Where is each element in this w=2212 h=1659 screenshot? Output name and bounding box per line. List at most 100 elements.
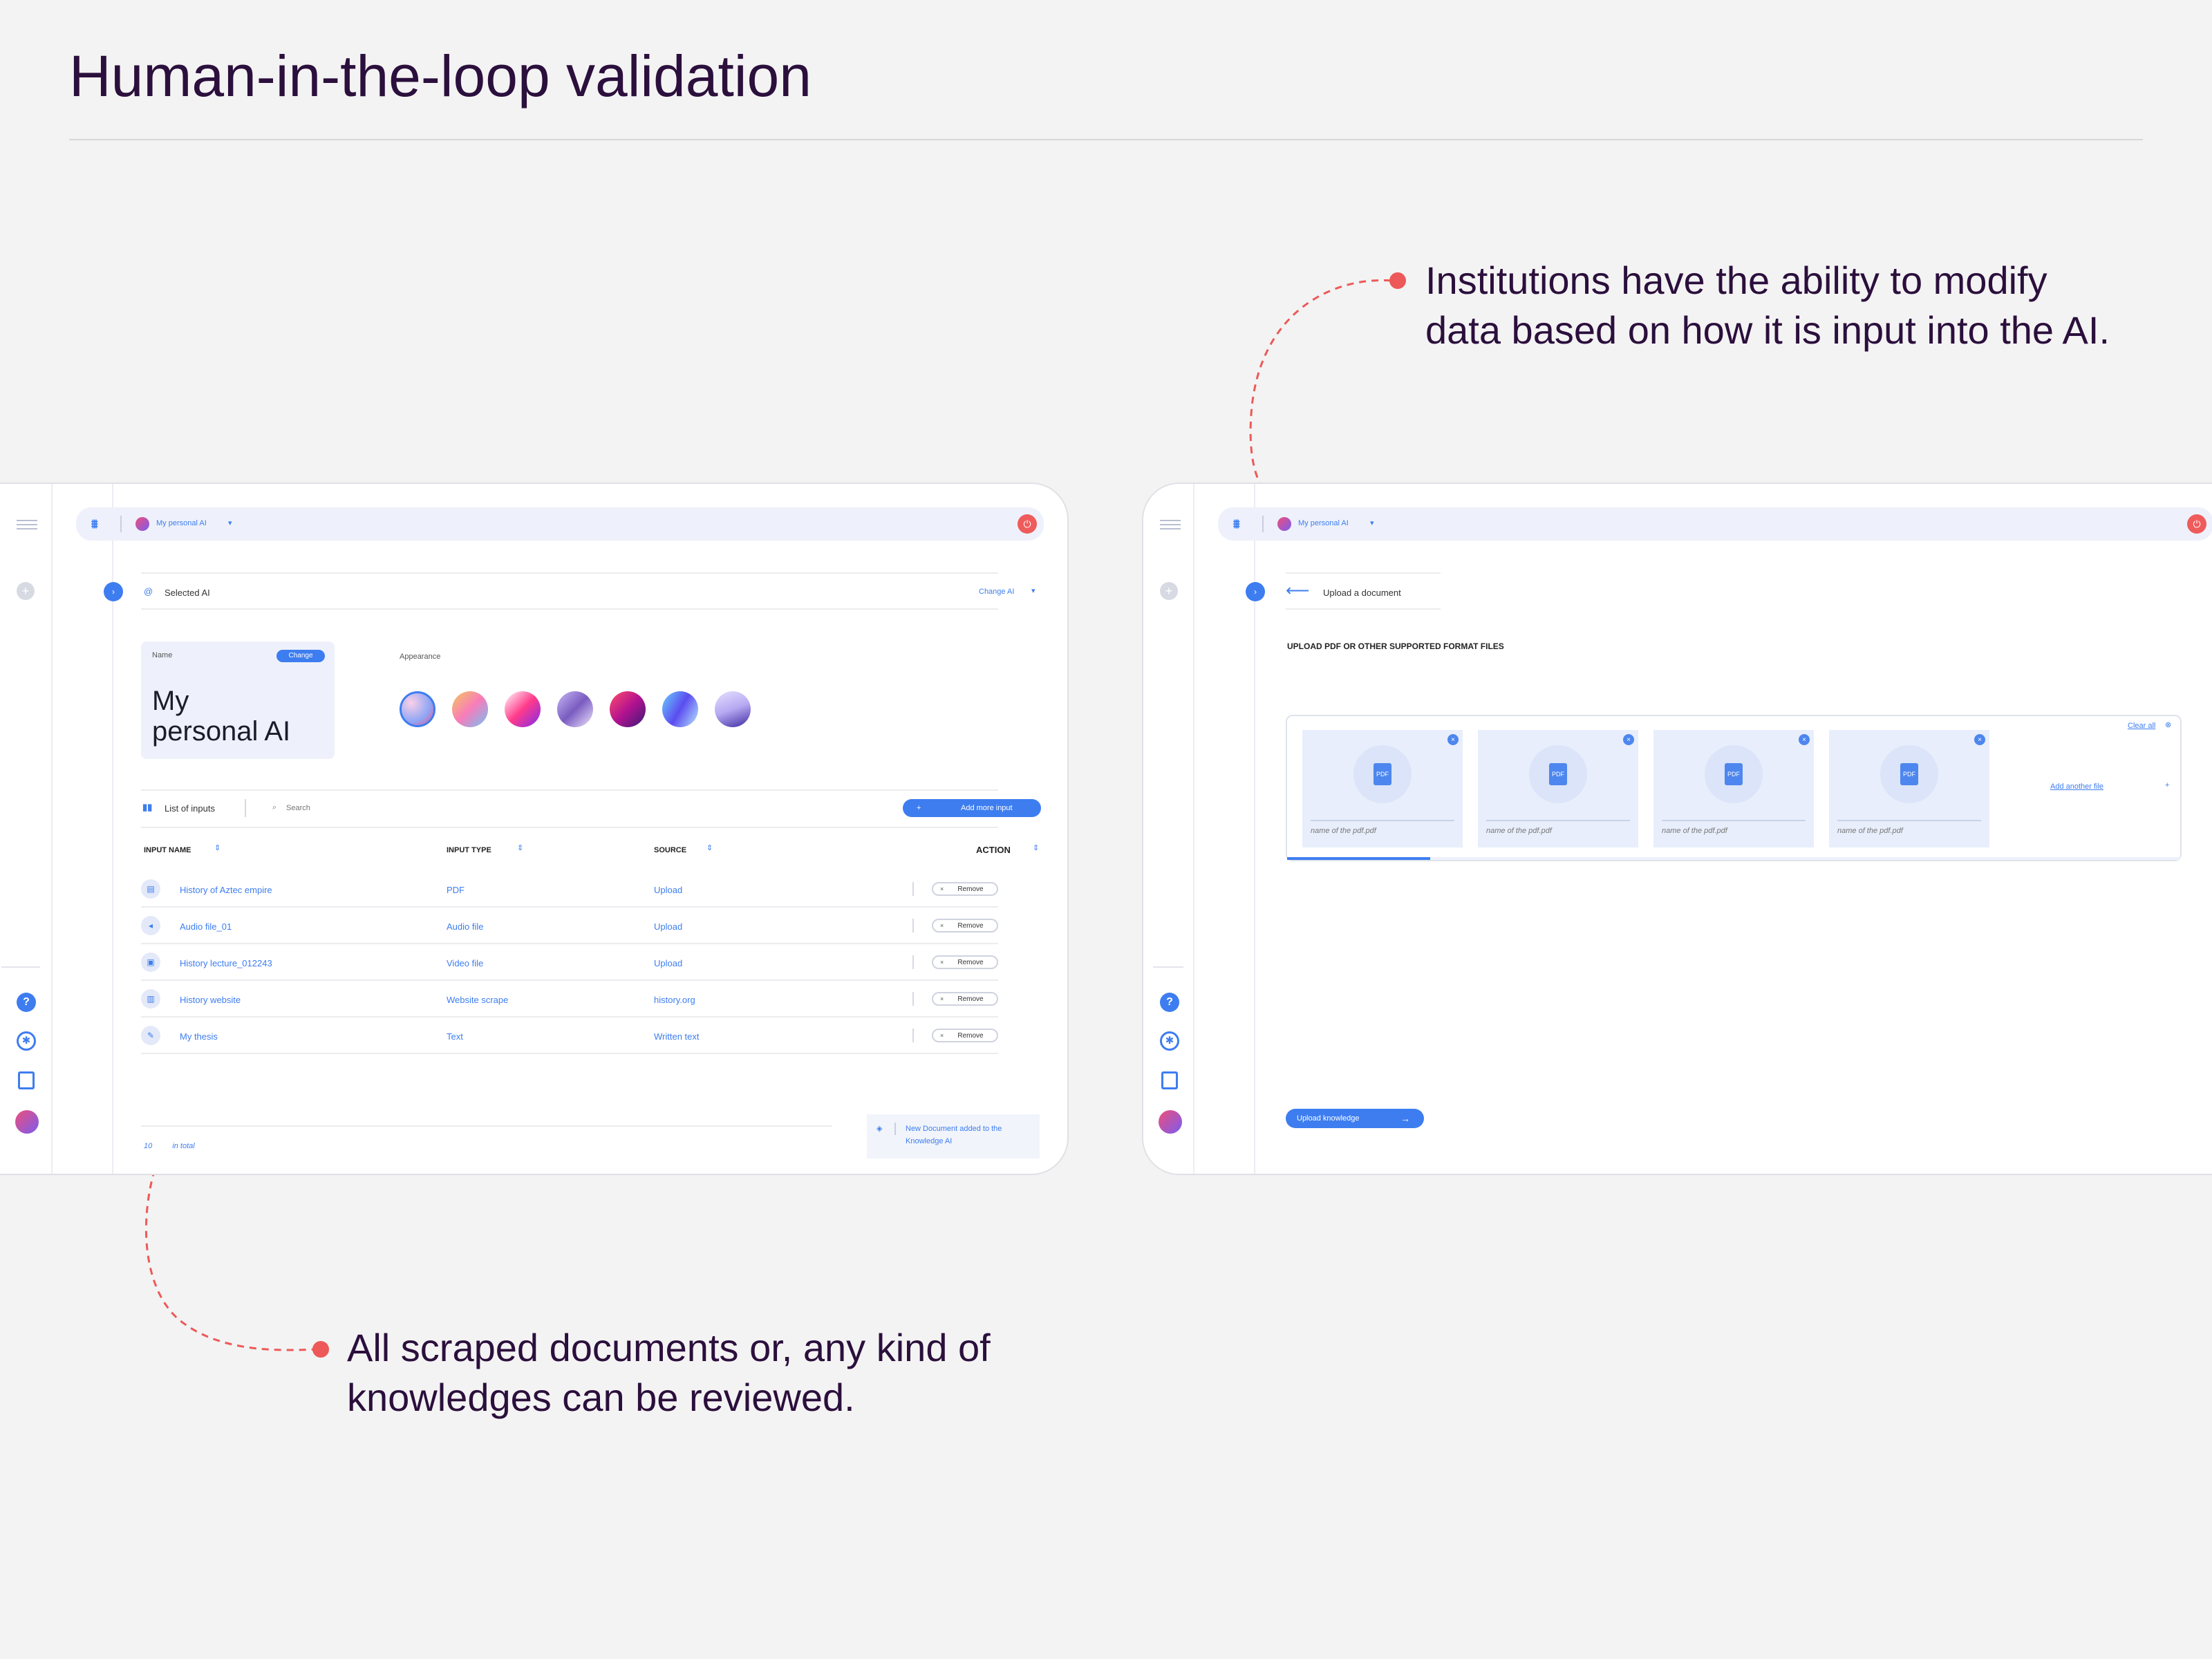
separator	[912, 919, 914, 932]
sort-icon[interactable]: ⇕	[214, 843, 221, 852]
chevron-down-icon[interactable]: ▾	[228, 518, 232, 527]
ai-name-value: My personal AI	[152, 686, 290, 747]
separator	[912, 955, 914, 969]
chevron-down-icon[interactable]: ▾	[1031, 586, 1035, 595]
divider	[141, 572, 998, 574]
list-icon[interactable]	[1161, 1071, 1178, 1089]
table-row[interactable]: ◂ Audio file_01 Audio file Upload × Remov…	[141, 908, 998, 944]
table-row[interactable]: ▤ History of Aztec empire PDF Upload × Re…	[141, 871, 998, 908]
help-icon[interactable]: ?	[1160, 993, 1179, 1012]
change-ai-link[interactable]: Change AI	[979, 588, 1014, 596]
plus-icon[interactable]: +	[2165, 781, 2169, 789]
arrow-right-icon: →	[1400, 1113, 1410, 1124]
left-nav-rail: + ? ✱	[1143, 484, 1194, 1174]
appearance-swatch[interactable]	[715, 691, 751, 727]
ai-selector-label[interactable]: My personal AI	[156, 519, 207, 527]
audio-icon: ◂	[141, 916, 160, 935]
sort-icon[interactable]: ⇕	[706, 843, 713, 852]
remove-file-icon[interactable]: ×	[1623, 734, 1634, 745]
table-row[interactable]: ▣ History lecture_012243 Video file Uplo…	[141, 944, 998, 981]
column-header[interactable]: INPUT NAME	[144, 846, 191, 854]
settings-icon[interactable]: ✱	[17, 1031, 36, 1051]
upload-dropzone[interactable]: Clear all ⊗ × PDF name of the pdf.pdf × …	[1286, 715, 2182, 861]
appearance-swatch[interactable]	[452, 691, 488, 727]
table-row[interactable]: ✎ My thesis Text Written text × Remove	[141, 1018, 998, 1054]
divider	[1286, 608, 1441, 610]
appearance-swatch[interactable]	[662, 691, 698, 727]
ai-avatar	[1277, 517, 1291, 531]
search-icon: ⌕	[272, 803, 277, 812]
ai-name-line1: My	[152, 686, 189, 716]
divider	[141, 1125, 832, 1127]
secondary-rail: ›	[53, 484, 123, 1174]
help-icon[interactable]: ?	[17, 993, 36, 1012]
file-card[interactable]: × PDF name of the pdf.pdf	[1829, 730, 1989, 847]
arrow-left-icon[interactable]: ⟵	[1286, 581, 1309, 601]
file-card[interactable]: × PDF name of the pdf.pdf	[1653, 730, 1814, 847]
change-name-button[interactable]: Change	[276, 650, 325, 662]
add-more-input-button[interactable]: + Add more input	[903, 799, 1041, 817]
search-input[interactable]	[286, 800, 424, 816]
remove-button[interactable]: × Remove	[932, 992, 998, 1006]
add-icon[interactable]: +	[1160, 582, 1178, 600]
sort-icon[interactable]: ⇕	[517, 843, 523, 852]
table-row[interactable]: ▥ History website Website scrape history…	[141, 981, 998, 1018]
power-icon[interactable]: ⏻	[2187, 514, 2206, 534]
file-card[interactable]: × PDF name of the pdf.pdf	[1478, 730, 1638, 847]
pdf-icon: ▤	[141, 879, 160, 899]
input-source: history.org	[654, 995, 695, 1005]
total-count-suffix: in total	[172, 1142, 195, 1150]
remove-file-icon[interactable]: ×	[1447, 734, 1459, 745]
appearance-swatch[interactable]	[557, 691, 593, 727]
pdf-icon-circle: PDF	[1529, 745, 1587, 803]
ai-selector-label[interactable]: My personal AI	[1298, 519, 1349, 527]
callout-top-connector	[1249, 279, 1391, 510]
website-icon: ▥	[141, 989, 160, 1009]
add-icon[interactable]: +	[17, 582, 35, 600]
input-type: Audio file	[447, 921, 484, 932]
column-header[interactable]: INPUT TYPE	[447, 846, 491, 854]
page-title: Human-in-the-loop validation	[69, 44, 812, 109]
close-icon: ×	[940, 922, 944, 929]
file-card[interactable]: × PDF name of the pdf.pdf	[1302, 730, 1463, 847]
remove-file-icon[interactable]: ×	[1974, 734, 1985, 745]
add-another-file-link[interactable]: Add another file	[2050, 782, 2103, 791]
separator	[894, 1123, 896, 1135]
input-name[interactable]: History of Aztec empire	[180, 885, 272, 895]
list-icon[interactable]	[18, 1071, 35, 1089]
avatar[interactable]	[1159, 1110, 1182, 1134]
avatar[interactable]	[15, 1110, 39, 1134]
clear-all-link[interactable]: Clear all	[2128, 722, 2155, 730]
close-icon[interactable]: ⊗	[2165, 720, 2171, 729]
chevron-down-icon[interactable]: ▾	[1370, 518, 1374, 527]
appearance-swatch-selected[interactable]	[400, 691, 435, 727]
sort-icon[interactable]: ⇕	[1033, 843, 1039, 852]
remove-button[interactable]: × Remove	[932, 955, 998, 969]
pdf-icon: PDF	[1900, 763, 1918, 785]
close-icon: ×	[940, 885, 944, 892]
input-source: Upload	[654, 921, 683, 932]
appearance-swatch[interactable]	[610, 691, 646, 727]
input-name[interactable]: History website	[180, 995, 241, 1005]
remove-button[interactable]: × Remove	[932, 1029, 998, 1042]
toast-text: New Document added to the Knowledge AI	[906, 1123, 1002, 1147]
power-icon[interactable]: ⏻	[1018, 514, 1037, 534]
separator	[912, 992, 914, 1006]
remove-button[interactable]: × Remove	[932, 882, 998, 896]
close-icon: ×	[940, 1032, 944, 1039]
separator	[245, 799, 246, 817]
input-name[interactable]: Audio file_01	[180, 921, 232, 932]
divider	[141, 789, 998, 791]
remove-button[interactable]: × Remove	[932, 919, 998, 932]
collapse-icon[interactable]: ›	[1246, 582, 1265, 601]
upload-knowledge-label: Upload knowledge	[1297, 1114, 1360, 1123]
collapse-icon[interactable]: ›	[104, 582, 123, 601]
column-header[interactable]: SOURCE	[654, 846, 686, 854]
input-name[interactable]: My thesis	[180, 1031, 218, 1042]
settings-icon[interactable]: ✱	[1160, 1031, 1179, 1051]
input-name[interactable]: History lecture_012243	[180, 958, 272, 968]
column-header[interactable]: ACTION	[976, 845, 1011, 855]
upload-knowledge-button[interactable]: Upload knowledge →	[1286, 1109, 1424, 1128]
remove-file-icon[interactable]: ×	[1799, 734, 1810, 745]
appearance-swatch[interactable]	[505, 691, 541, 727]
